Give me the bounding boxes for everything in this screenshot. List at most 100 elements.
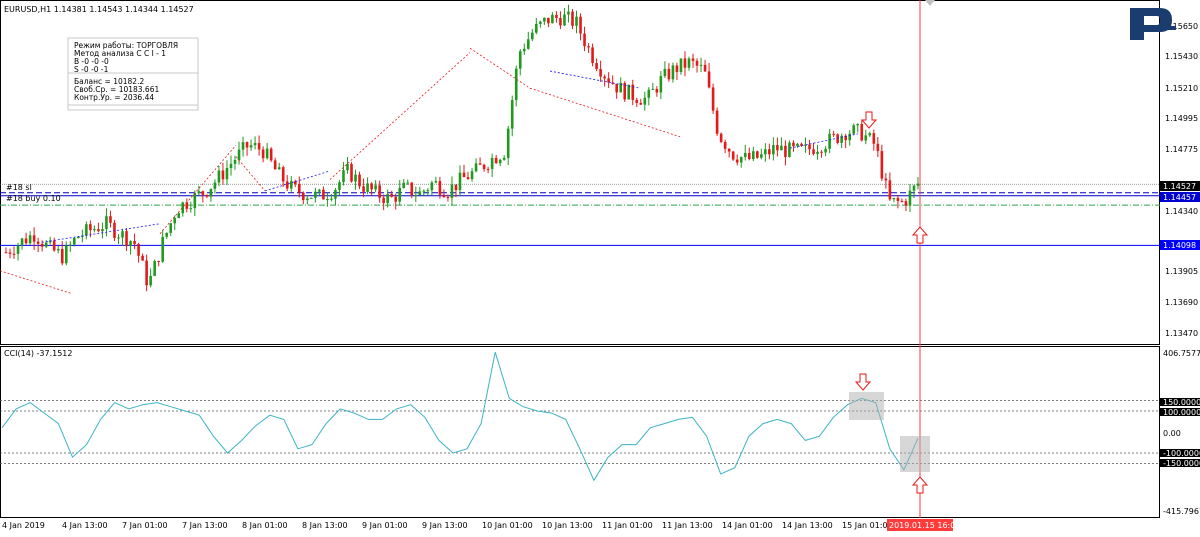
candle-body [109, 216, 112, 223]
candle-body [358, 174, 361, 187]
candle-body [864, 135, 868, 141]
candle-body [60, 249, 64, 264]
candle-body [185, 202, 189, 209]
current-price-label: 1.14527 [1163, 182, 1196, 191]
candle-body [306, 198, 309, 201]
candle-body [153, 260, 156, 276]
candle-body [390, 194, 393, 197]
candle [269, 147, 273, 163]
candle-body [820, 151, 823, 153]
candle-body [711, 87, 715, 111]
candle-body [257, 143, 261, 150]
time-label: 11 Jan 13:00 [662, 521, 713, 530]
candle-body [703, 64, 707, 72]
candle-body [739, 157, 743, 163]
candle-body [643, 97, 647, 105]
candle-body [394, 196, 398, 202]
time-label: 14 Jan 01:00 [722, 521, 773, 530]
candle-body [848, 133, 852, 141]
time-label: 11 Jan 01:00 [602, 521, 653, 530]
candle-body [904, 201, 908, 206]
candle-body [72, 238, 76, 245]
candle-body [723, 141, 727, 149]
candle-body [776, 145, 779, 151]
candle-body [129, 241, 132, 247]
candle-body [422, 190, 426, 192]
candle-body [908, 190, 912, 206]
candle-body [579, 16, 582, 34]
candle-body [900, 200, 904, 202]
candle-body [277, 167, 281, 170]
candle-body [539, 21, 542, 24]
time-axis[interactable]: 4 Jan 2019 4 Jan 13:00 7 Jan 01:00 7 Jan… [2, 519, 960, 531]
candle-body [639, 102, 643, 105]
candle-body [370, 183, 373, 190]
candle-body [555, 14, 558, 18]
candle-body [691, 58, 695, 61]
candle-body [675, 65, 679, 73]
candle-body [872, 133, 876, 144]
candle-body [406, 182, 410, 184]
candle-body [880, 151, 884, 179]
candle-body [64, 245, 68, 264]
candle-body [52, 240, 56, 251]
candle-body [916, 183, 920, 186]
indicator-title: CCI(14) -37.1512 [4, 349, 72, 358]
candle-body [892, 197, 896, 200]
candle-body [273, 160, 277, 170]
candle-body [852, 125, 856, 134]
candle-body [12, 253, 16, 255]
candle-body [780, 145, 783, 151]
candle-body [342, 170, 345, 183]
price-axis[interactable]: 1.15650 1.15430 1.15210 1.14995 1.14775 … [1165, 22, 1198, 338]
candle-body [241, 142, 245, 150]
candle-body [20, 238, 24, 246]
time-label: 9 Jan 01:00 [362, 521, 408, 530]
candle-body [587, 46, 590, 48]
candle-body [743, 152, 747, 158]
candle-body [193, 193, 197, 209]
candle-body [474, 163, 478, 172]
cci-oversold-zone [900, 436, 930, 472]
candle-body [719, 133, 723, 142]
buy-order-label[interactable]: #18 buy 0.10 [6, 194, 61, 203]
symbol-header: EURUSD,H1 1.14381 1.14543 1.14344 1.1452… [4, 5, 194, 14]
candle-body [229, 163, 233, 168]
candle-body [466, 177, 470, 180]
candle-body [482, 164, 486, 170]
time-label: 8 Jan 13:00 [302, 521, 348, 530]
candle-body [85, 224, 88, 236]
candle-body [334, 189, 337, 199]
candle-body [281, 167, 285, 182]
candle-body [209, 188, 213, 197]
candle [627, 84, 631, 100]
candle-body [506, 128, 510, 158]
chart-window[interactable]: EURUSD,H1 1.14381 1.14543 1.14344 1.1452… [0, 0, 1200, 533]
candle-body [470, 171, 474, 180]
candle-body [414, 195, 418, 197]
candle [350, 162, 353, 183]
candle-body [567, 11, 570, 15]
candle-body [792, 142, 795, 147]
candle-body [237, 149, 241, 160]
candle-body [731, 151, 735, 160]
candle-body [667, 68, 671, 80]
candle-body [655, 88, 659, 93]
cci-axis[interactable]: 406.7577 150.0000 100.0000 0.00 -100.000… [1160, 349, 1200, 516]
candle-body [93, 229, 96, 231]
candle-body [322, 189, 325, 200]
candle [623, 81, 627, 102]
candle-body [522, 48, 526, 52]
candle-body [297, 184, 301, 193]
indicator-pane[interactable] [0, 346, 1160, 518]
candle-body [808, 144, 811, 150]
candle-body [189, 208, 193, 210]
candle-body [635, 99, 639, 103]
sl-order-label[interactable]: #18 sl [6, 183, 32, 192]
candle-body [551, 14, 554, 24]
candle-body [498, 159, 502, 164]
candle-body [213, 182, 217, 189]
candle-body [68, 244, 72, 246]
candle-body [97, 229, 100, 232]
candle-body [502, 157, 506, 160]
